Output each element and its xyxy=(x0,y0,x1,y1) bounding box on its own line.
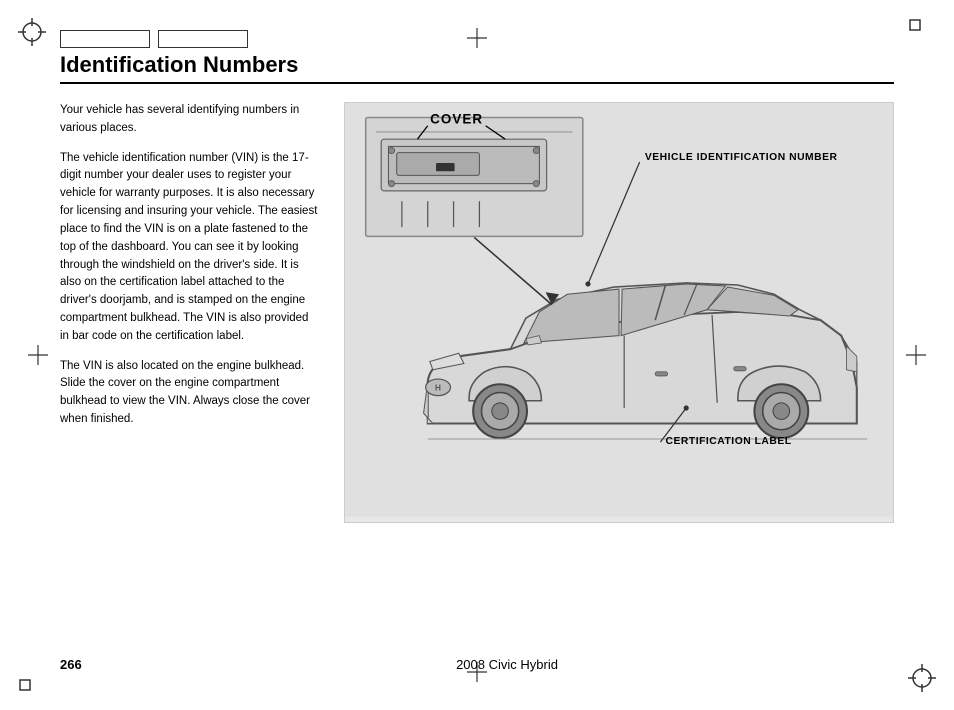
footer: 266 2008 Civic Hybrid xyxy=(60,657,894,672)
tab-2 xyxy=(158,30,248,48)
corner-mark-br xyxy=(908,664,936,692)
svg-text:CERTIFICATION LABEL: CERTIFICATION LABEL xyxy=(666,436,792,447)
page-title: Identification Numbers xyxy=(60,52,894,78)
title-rule xyxy=(60,82,894,84)
tab-1 xyxy=(60,30,150,48)
text-column: Your vehicle has several identifying num… xyxy=(60,102,320,441)
diagram-area: COVER xyxy=(344,102,894,523)
page-number: 266 xyxy=(60,657,100,672)
corner-mark-tr xyxy=(908,18,936,46)
paragraph-2: The vehicle identification number (VIN) … xyxy=(60,150,320,346)
svg-text:VEHICLE IDENTIFICATION NUMBER: VEHICLE IDENTIFICATION NUMBER xyxy=(645,152,838,163)
paragraph-1: Your vehicle has several identifying num… xyxy=(60,102,320,138)
svg-text:H: H xyxy=(435,383,441,392)
crosshair-right xyxy=(906,345,926,365)
crosshair-top xyxy=(467,28,487,48)
paragraph-3: The VIN is also located on the engine bu… xyxy=(60,358,320,429)
car-diagram-svg: COVER xyxy=(345,103,893,517)
crosshair-left xyxy=(28,345,48,365)
corner-mark-tl xyxy=(18,18,46,46)
svg-text:COVER: COVER xyxy=(430,112,483,127)
main-content: Your vehicle has several identifying num… xyxy=(60,102,894,523)
footer-title: 2008 Civic Hybrid xyxy=(120,657,894,672)
page: Identification Numbers Your vehicle has … xyxy=(0,0,954,710)
corner-mark-bl xyxy=(18,664,46,692)
